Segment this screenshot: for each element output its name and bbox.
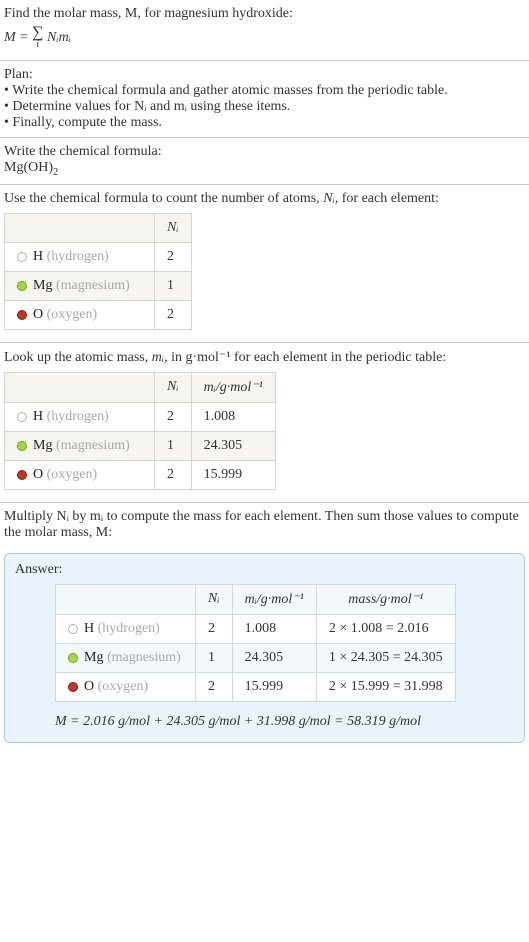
elem-name: (oxygen) — [47, 307, 98, 322]
chem-heading: Write the chemical formula: — [4, 144, 525, 160]
elem-sym: O — [84, 679, 94, 694]
mass-col-mi: mᵢ/g·mol⁻¹ — [191, 372, 275, 402]
answer-col-blank — [56, 584, 196, 614]
dot-icon — [17, 310, 27, 320]
elem-sym: Mg — [84, 650, 103, 665]
elem-sym: O — [33, 307, 43, 322]
formula-lhs: M = — [4, 30, 32, 45]
multiply-section: Multiply Nᵢ by mᵢ to compute the mass fo… — [0, 503, 529, 547]
cell-calc: 2 × 15.999 = 31.998 — [316, 672, 455, 701]
cell-ni: 2 — [155, 460, 192, 489]
cell-ni: 1 — [155, 431, 192, 460]
cell-ni: 2 — [155, 402, 192, 431]
chem-section: Write the chemical formula: Mg(OH)2 — [0, 138, 529, 184]
chem-formula-sub: 2 — [53, 167, 58, 178]
chem-formula-text: Mg(OH) — [4, 160, 53, 175]
table-row: H (hydrogen) — [5, 402, 155, 431]
dot-icon — [17, 412, 27, 422]
mass-table: Nᵢ mᵢ/g·mol⁻¹ H (hydrogen) 2 1.008 Mg (m… — [4, 372, 276, 490]
cell-ni: 2 — [155, 242, 192, 271]
cell-mi: 24.305 — [232, 643, 316, 672]
answer-col-mass: mass/g·mol⁻¹ — [316, 584, 455, 614]
plan-heading: Plan: — [4, 67, 525, 83]
cell-mi: 24.305 — [191, 431, 275, 460]
dot-icon — [17, 252, 27, 262]
cell-ni: 1 — [196, 643, 233, 672]
mass-col-ni: Nᵢ — [155, 372, 192, 402]
answer-equation: M = 2.016 g/mol + 24.305 g/mol + 31.998 … — [55, 714, 514, 730]
chem-formula: Mg(OH)2 — [4, 160, 525, 178]
count-heading-b: , for each element: — [335, 191, 439, 206]
cell-ni: 1 — [155, 271, 192, 300]
multiply-text: Multiply Nᵢ by mᵢ to compute the mass fo… — [4, 509, 525, 541]
cell-mi: 15.999 — [191, 460, 275, 489]
table-row: O (oxygen) — [5, 460, 155, 489]
mass-heading-var: mᵢ — [152, 350, 164, 365]
elem-name: (hydrogen) — [47, 409, 109, 424]
cell-mi: 15.999 — [232, 672, 316, 701]
count-heading-a: Use the chemical formula to count the nu… — [4, 191, 323, 206]
elem-sym: H — [33, 409, 43, 424]
table-row: Mg (magnesium) — [5, 431, 155, 460]
dot-icon — [17, 441, 27, 451]
elem-name: (magnesium) — [107, 650, 181, 665]
elem-name: (oxygen) — [98, 679, 149, 694]
sigma-icon: ∑i — [32, 26, 43, 50]
elem-name: (hydrogen) — [47, 249, 109, 264]
answer-label: Answer: — [15, 562, 514, 578]
elem-name: (magnesium) — [56, 278, 130, 293]
elem-name: (oxygen) — [47, 467, 98, 482]
table-row: O (oxygen) — [5, 300, 155, 329]
answer-table: Nᵢ mᵢ/g·mol⁻¹ mass/g·mol⁻¹ H (hydrogen) … — [55, 584, 456, 702]
table-row: Mg (magnesium) — [56, 643, 196, 672]
elem-sym: O — [33, 467, 43, 482]
cell-calc: 2 × 1.008 = 2.016 — [316, 614, 455, 643]
count-col-blank — [5, 213, 155, 242]
mass-section: Look up the atomic mass, mᵢ, in g·mol⁻¹ … — [0, 343, 529, 502]
cell-ni: 2 — [155, 300, 192, 329]
mass-heading-a: Look up the atomic mass, — [4, 350, 152, 365]
mass-col-blank — [5, 372, 155, 402]
elem-name: (magnesium) — [56, 438, 130, 453]
plan-bullet-3: • Finally, compute the mass. — [4, 115, 525, 131]
intro-section: Find the molar mass, M, for magnesium hy… — [0, 0, 529, 60]
table-row: H (hydrogen) — [56, 614, 196, 643]
cell-calc: 1 × 24.305 = 24.305 — [316, 643, 455, 672]
cell-mi: 1.008 — [191, 402, 275, 431]
table-row: O (oxygen) — [56, 672, 196, 701]
count-col-ni: Nᵢ — [155, 213, 192, 242]
elem-sym: H — [84, 621, 94, 636]
dot-icon — [17, 470, 27, 480]
mass-heading-b: , in g·mol⁻¹ for each element in the per… — [164, 350, 446, 365]
cell-mi: 1.008 — [232, 614, 316, 643]
answer-col-ni: Nᵢ — [196, 584, 233, 614]
elem-sym: Mg — [33, 438, 52, 453]
mass-heading: Look up the atomic mass, mᵢ, in g·mol⁻¹ … — [4, 349, 525, 366]
count-table: Nᵢ H (hydrogen) 2 Mg (magnesium) 1 O (ox… — [4, 213, 192, 330]
table-row: Mg (magnesium) — [5, 271, 155, 300]
dot-icon — [68, 624, 78, 634]
plan-bullet-1: • Write the chemical formula and gather … — [4, 83, 525, 99]
table-row: H (hydrogen) — [5, 242, 155, 271]
count-heading-var: Nᵢ — [323, 191, 335, 206]
answer-col-mi: mᵢ/g·mol⁻¹ — [232, 584, 316, 614]
elem-sym: H — [33, 249, 43, 264]
intro-formula: M = ∑i Nᵢmᵢ — [4, 26, 525, 50]
formula-rhs: Nᵢmᵢ — [47, 30, 71, 45]
count-heading: Use the chemical formula to count the nu… — [4, 191, 525, 207]
cell-ni: 2 — [196, 614, 233, 643]
dot-icon — [68, 682, 78, 692]
plan-section: Plan: • Write the chemical formula and g… — [0, 61, 529, 137]
elem-name: (hydrogen) — [98, 621, 160, 636]
answer-box: Answer: Nᵢ mᵢ/g·mol⁻¹ mass/g·mol⁻¹ H (hy… — [4, 553, 525, 743]
count-section: Use the chemical formula to count the nu… — [0, 185, 529, 342]
dot-icon — [68, 653, 78, 663]
intro-line: Find the molar mass, M, for magnesium hy… — [4, 6, 525, 22]
plan-bullet-2: • Determine values for Nᵢ and mᵢ using t… — [4, 99, 525, 115]
cell-ni: 2 — [196, 672, 233, 701]
elem-sym: Mg — [33, 278, 52, 293]
dot-icon — [17, 281, 27, 291]
